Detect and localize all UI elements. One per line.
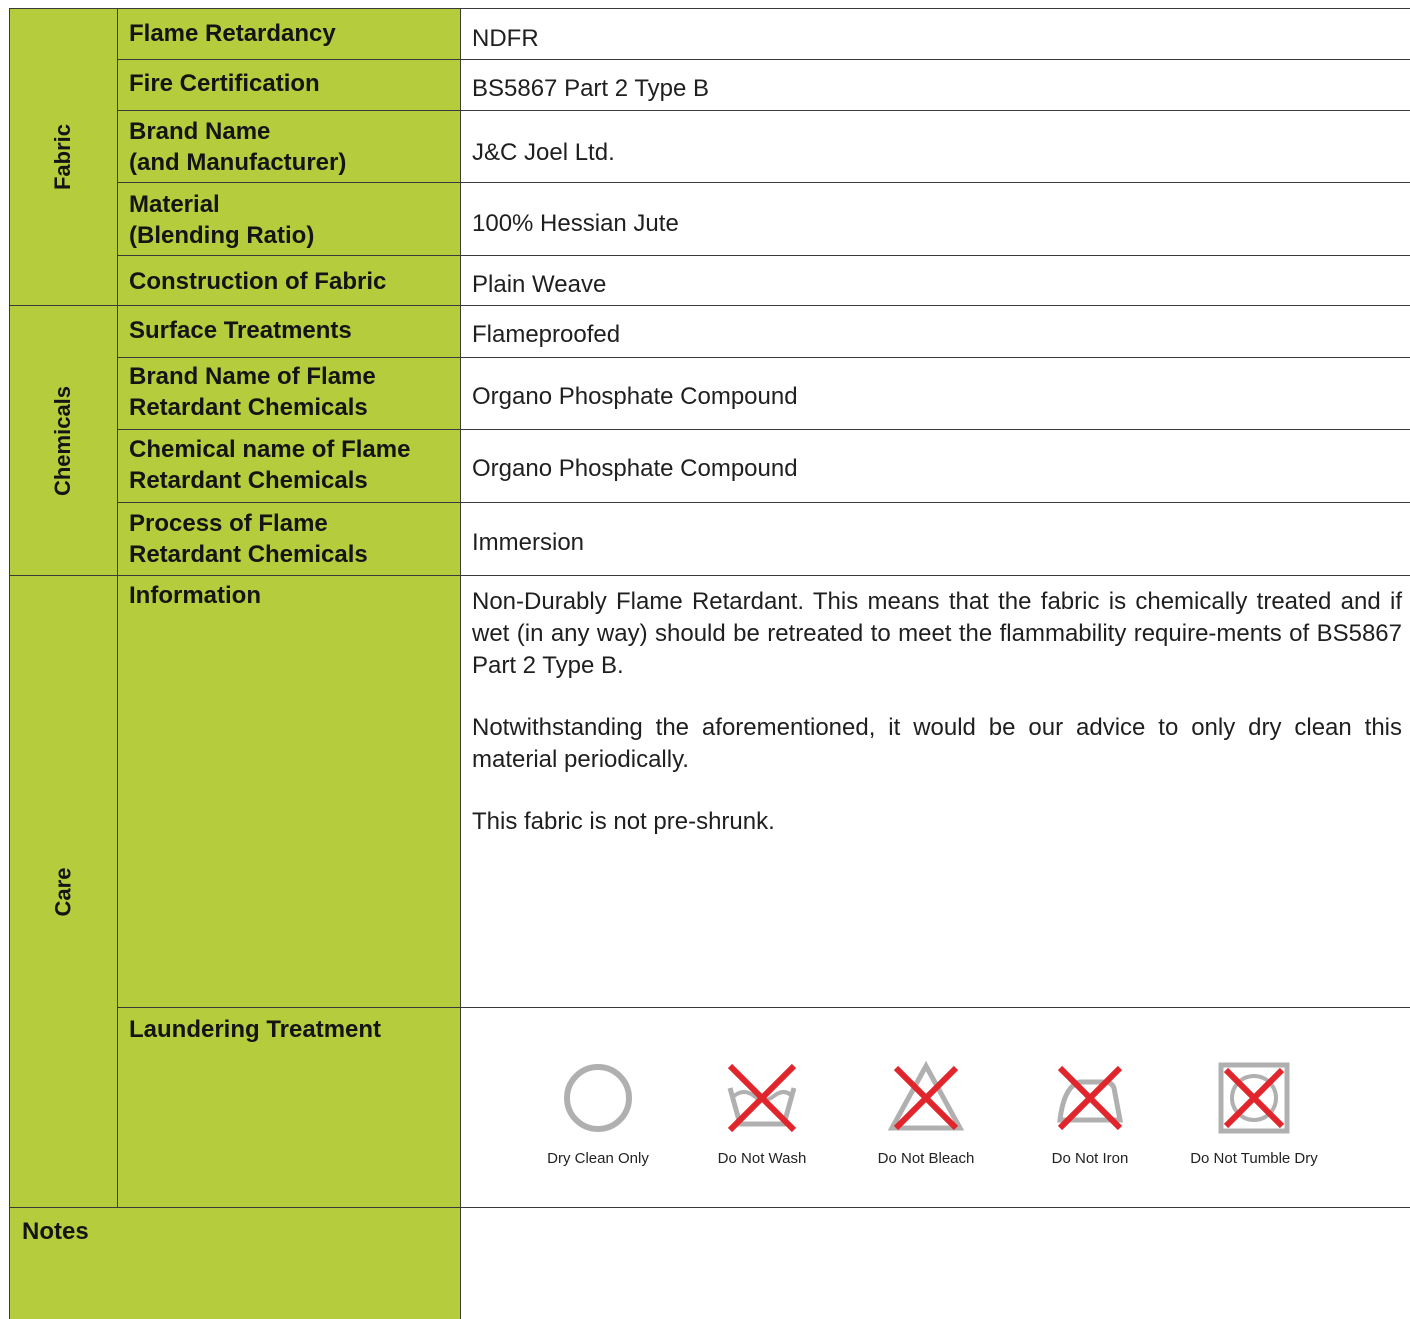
row-divider <box>117 255 1410 256</box>
divider-group-label <box>117 8 118 1207</box>
information-label: Information <box>129 582 261 609</box>
row-label: Chemical name of Flame Retardant Chemica… <box>129 436 411 494</box>
symbol-caption: Do Not Tumble Dry <box>1190 1150 1318 1167</box>
information-paragraph: This fabric is not pre-shrunk. <box>472 808 775 835</box>
symbol-do-not-wash: Do Not Wash <box>680 1058 844 1167</box>
symbol-dry-clean: Dry Clean Only <box>516 1058 680 1167</box>
notes-label: Notes <box>22 1218 89 1245</box>
group-label-care: Care <box>50 867 76 916</box>
group-divider <box>9 575 1410 576</box>
symbol-caption: Do Not Bleach <box>877 1150 975 1167</box>
row-divider <box>117 429 1410 430</box>
divider-label-value <box>460 8 461 1319</box>
row-label: Brand Name (and Manufacturer) <box>129 118 347 176</box>
information-text: Non-Durably Flame Retardant. This means … <box>472 586 1402 868</box>
row-label: Fire Certification <box>129 70 320 97</box>
row-value: Immersion <box>472 529 585 556</box>
laundering-label: Laundering Treatment <box>129 1016 382 1043</box>
row-label: Flame Retardancy <box>129 20 336 47</box>
symbol-do-not-tumble-dry: Do Not Tumble Dry <box>1172 1058 1336 1167</box>
row-label: Construction of Fabric <box>129 268 387 295</box>
information-paragraph: Notwithstanding the aforementioned, it w… <box>472 714 1402 773</box>
symbol-caption: Do Not Wash <box>717 1150 807 1167</box>
group-label-chemicals: Chemicals <box>50 385 76 496</box>
do-not-tumble-dry-icon <box>1218 1062 1290 1134</box>
row-value: NDFR <box>472 25 539 52</box>
dry-clean-circle-icon <box>564 1064 632 1132</box>
group-divider <box>9 1207 1410 1208</box>
row-label: Surface Treatments <box>129 317 352 344</box>
symbol-do-not-bleach: Do Not Bleach <box>844 1058 1008 1167</box>
row-value: J&C Joel Ltd. <box>472 139 615 166</box>
group-label-fabric: Fabric <box>50 123 76 190</box>
row-divider <box>117 59 1410 60</box>
row-label: Material (Blending Ratio) <box>129 191 315 249</box>
row-divider <box>117 502 1410 503</box>
row-label: Brand Name of Flame Retardant Chemicals <box>129 363 376 421</box>
row-divider <box>117 1007 1410 1008</box>
do-not-wash-icon <box>727 1063 797 1133</box>
row-divider <box>117 182 1410 183</box>
row-value: Organo Phosphate Compound <box>472 455 798 482</box>
row-divider <box>117 110 1410 111</box>
row-value: Plain Weave <box>472 271 607 298</box>
do-not-iron-icon <box>1057 1065 1124 1131</box>
laundering-symbols: Dry Clean Only Do Not Wash Do Not Bleach <box>516 1058 1376 1178</box>
row-value: 100% Hessian Jute <box>472 210 679 237</box>
symbol-caption: Dry Clean Only <box>547 1150 649 1167</box>
fabric-spec-sheet: Fabric Chemicals Care Flame Retardancy F… <box>0 0 1410 1319</box>
information-paragraph: Non-Durably Flame Retardant. This means … <box>472 588 1402 679</box>
row-divider <box>117 357 1410 358</box>
symbol-caption: Do Not Iron <box>1051 1150 1129 1167</box>
symbol-do-not-iron: Do Not Iron <box>1008 1058 1172 1167</box>
row-label: Process of Flame Retardant Chemicals <box>129 510 368 568</box>
group-divider <box>9 305 1410 306</box>
do-not-bleach-icon <box>887 1060 965 1131</box>
row-value: BS5867 Part 2 Type B <box>472 75 710 102</box>
row-value: Flameproofed <box>472 321 621 348</box>
row-value: Organo Phosphate Compound <box>472 383 798 410</box>
table-border-top <box>9 8 1410 9</box>
